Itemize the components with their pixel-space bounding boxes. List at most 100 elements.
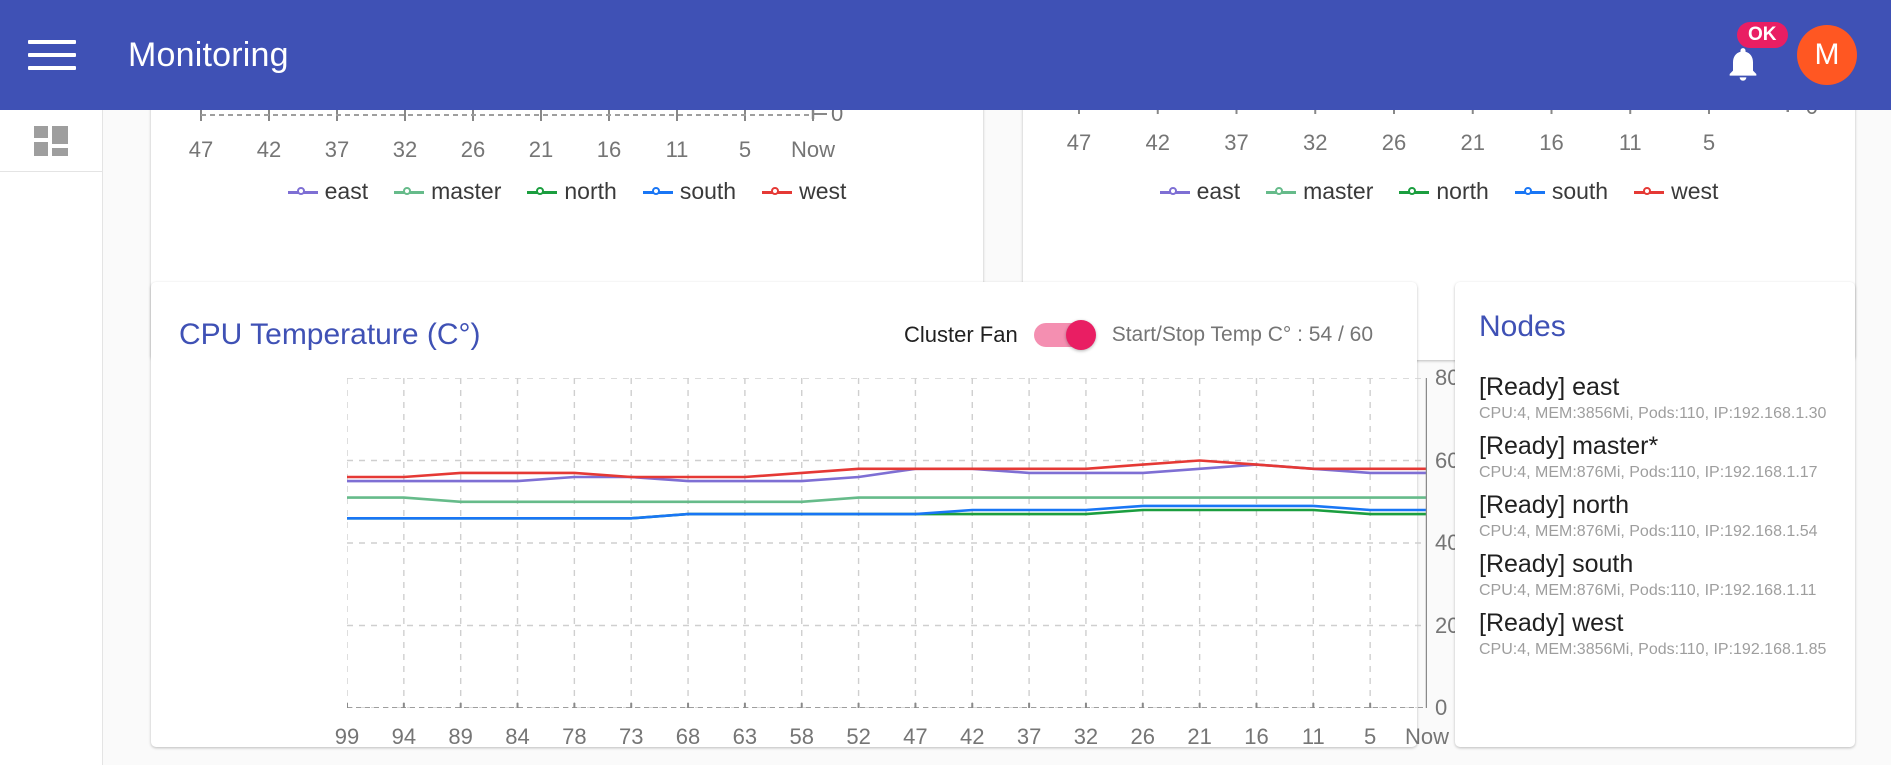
cpu-temperature-plot — [347, 378, 1427, 708]
legend-dot — [651, 186, 660, 195]
x-axis-tick: 42 — [960, 724, 985, 749]
x-axis-tick: 42 — [256, 137, 282, 162]
legend-item-west[interactable]: west — [762, 178, 846, 205]
node-meta: CPU:4, MEM:876Mi, Pods:110, IP:192.168.1… — [1479, 464, 1818, 481]
x-axis-tick: 26 — [1130, 724, 1156, 749]
legend-label: north — [1436, 178, 1489, 204]
avatar-initial: M — [1814, 38, 1840, 71]
x-axis-tick: 52 — [846, 724, 871, 749]
node-list-item[interactable]: [Ready] east CPU:4, MEM:3856Mi, Pods:110,… — [1479, 373, 1837, 423]
legend-marker-icon — [1399, 185, 1430, 199]
legend-item-master[interactable]: master — [394, 178, 501, 205]
legend-marker-icon — [1266, 185, 1297, 199]
legend-item-west[interactable]: west — [1634, 178, 1718, 205]
x-axis-tick: 84 — [505, 724, 530, 749]
dashboard-tile — [34, 141, 48, 156]
x-axis-tick: 68 — [675, 724, 701, 749]
node-list-item[interactable]: [Ready] south CPU:4, MEM:876Mi, Pods:110,… — [1479, 550, 1837, 600]
x-axis-tick: Now — [1404, 724, 1450, 749]
x-axis-tick: 73 — [618, 724, 644, 749]
legend-dot — [1523, 186, 1532, 195]
x-axis-tick: 5 — [1702, 130, 1716, 155]
status-badge[interactable]: OK — [1737, 22, 1788, 48]
dashboard-grid-icon — [34, 125, 68, 156]
legend-label: south — [1551, 178, 1609, 204]
node-name: [Ready] master* — [1479, 432, 1659, 460]
x-axis-tick: 47 — [1066, 130, 1092, 155]
x-axis-tick: 47 — [188, 137, 214, 162]
node-meta: CPU:4, MEM:3856Mi, Pods:110, IP:192.168.… — [1479, 641, 1827, 658]
dashboard-tile — [34, 125, 48, 138]
y-axis-tick: 0 — [1435, 695, 1448, 720]
node-list-item[interactable]: [Ready] north CPU:4, MEM:876Mi, Pods:110,… — [1479, 491, 1837, 541]
cpu-temperature-header: CPU Temperature (C°) Cluster Fan Start/S… — [151, 308, 1417, 362]
legend-item-east[interactable]: east — [287, 178, 368, 205]
legend-top-right: east master north south west — [1023, 178, 1855, 205]
x-axis-tick: 47 — [903, 724, 928, 749]
legend-marker-icon — [1514, 185, 1545, 199]
legend-dot — [1408, 186, 1417, 195]
cluster-fan-group: Cluster Fan Start/Stop Temp C° : 54 / 60 — [904, 320, 1373, 350]
legend-item-east[interactable]: east — [1159, 178, 1240, 205]
legend-marker-icon — [642, 185, 673, 199]
cpu-temperature-svg — [347, 378, 1427, 708]
node-list-item[interactable]: [Ready] master* CPU:4, MEM:876Mi, Pods:11… — [1479, 432, 1837, 482]
sidebar-rail — [0, 110, 103, 765]
sidebar-item-dashboard[interactable] — [0, 110, 102, 172]
legend-item-south[interactable]: south — [642, 178, 737, 205]
cluster-fan-threshold: Start/Stop Temp C° : 54 / 60 — [1111, 323, 1373, 346]
x-axis-tick: 26 — [460, 137, 486, 162]
x-axis-tick: 5 — [1364, 724, 1377, 749]
x-axis-tick: 16 — [1244, 724, 1269, 749]
legend-item-north[interactable]: north — [1399, 178, 1489, 205]
legend-dot — [536, 186, 545, 195]
notification-bell-button[interactable]: OK — [1721, 22, 1788, 82]
x-axis-tick: 32 — [1303, 130, 1328, 155]
dashboard-tile — [52, 147, 68, 156]
legend-marker-icon — [394, 185, 425, 199]
x-axis-tick: 21 — [528, 137, 554, 162]
svg-text:0: 0 — [1806, 110, 1818, 119]
legend-marker-icon — [1634, 185, 1665, 199]
legend-dot — [1643, 186, 1652, 195]
x-axis-tick: 16 — [1539, 130, 1564, 155]
x-axis-tick: 99 — [334, 724, 360, 749]
legend-item-north[interactable]: north — [527, 178, 617, 205]
avatar[interactable]: M — [1797, 25, 1857, 85]
legend-top-left: east master north south west — [151, 178, 983, 205]
legend-marker-icon — [1159, 185, 1190, 199]
hamburger-menu-icon[interactable] — [28, 35, 80, 75]
x-axis-tick: 37 — [1016, 724, 1042, 749]
x-axis-tick: 11 — [1301, 724, 1325, 749]
legend-label: master — [1303, 178, 1374, 204]
legend-label: master — [431, 178, 502, 204]
legend-marker-icon — [287, 185, 318, 199]
legend-label: south — [679, 178, 737, 204]
hamburger-bar — [28, 40, 76, 44]
nodes-card: Nodes [Ready] east CPU:4, MEM:3856Mi, Pod… — [1455, 282, 1855, 747]
x-axis-tick: 26 — [1381, 130, 1407, 155]
toggle-knob — [1065, 320, 1096, 350]
x-axis-tick: 21 — [1460, 130, 1485, 155]
legend-dot — [296, 186, 305, 195]
node-name: [Ready] east — [1479, 373, 1620, 401]
hamburger-bar — [28, 66, 76, 70]
x-axis-tick: 11 — [665, 137, 689, 162]
main-content: 47 42 37 32 26 21 16 11 5 Now east master north sout… — [103, 110, 1891, 765]
node-name: [Ready] south — [1479, 550, 1634, 578]
x-axis-tick: 63 — [732, 724, 758, 749]
legend-item-master[interactable]: master — [1266, 178, 1373, 205]
legend-label: west — [1671, 178, 1719, 204]
x-axis-tick: 42 — [1145, 130, 1170, 155]
x-axis-tick: 94 — [391, 724, 417, 749]
node-meta: CPU:4, MEM:876Mi, Pods:110, IP:192.168.1… — [1479, 523, 1818, 540]
node-list-item[interactable]: [Ready] west CPU:4, MEM:3856Mi, Pods:110,… — [1479, 609, 1837, 659]
legend-item-south[interactable]: south — [1514, 178, 1609, 205]
legend-dot — [771, 186, 780, 195]
legend-dot — [1168, 186, 1177, 195]
svg-text:0: 0 — [831, 110, 843, 126]
app-bar: Monitoring OK M — [0, 0, 1891, 110]
cluster-fan-toggle[interactable] — [1033, 320, 1096, 350]
x-axis-tick: 16 — [596, 137, 622, 162]
x-axis-tick: 32 — [1073, 724, 1099, 749]
